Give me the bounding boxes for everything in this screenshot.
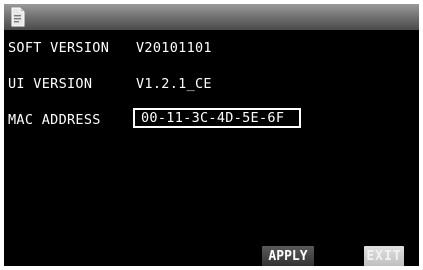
ui-version-label: UI VERSION — [8, 76, 93, 92]
apply-button[interactable]: APPLY — [262, 246, 314, 266]
exit-button[interactable]: EXIT — [364, 246, 404, 266]
mac-address-field[interactable]: 00-11-3C-4D-5E-6F — [133, 108, 301, 128]
soft-version-label: SOFT VERSION — [8, 40, 110, 56]
device-screen: SOFT VERSION V20101101 UI VERSION V1.2.1… — [4, 4, 419, 266]
ui-version-value: V1.2.1_CE — [136, 76, 212, 92]
title-bar — [4, 4, 419, 30]
soft-version-value: V20101101 — [136, 40, 212, 56]
mac-address-label: MAC ADDRESS — [8, 112, 101, 128]
document-icon — [11, 7, 25, 27]
